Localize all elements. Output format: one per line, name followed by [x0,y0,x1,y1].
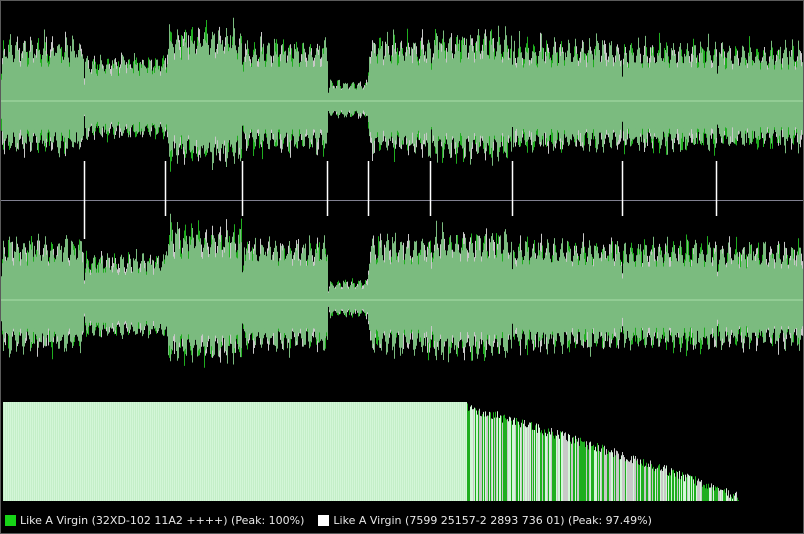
spectrum-view [3,402,739,501]
waveform-compare-view: Like A Virgin (32XD-102 11A2 ++++) (Peak… [0,0,804,534]
legend-swatch-white [318,514,330,526]
legend-entry-reference: Like A Virgin (32XD-102 11A2 ++++) (Peak… [5,514,304,527]
channel-2-waveform [1,213,803,368]
legend-entry-compare: Like A Virgin (7599 25157-2 2893 736 01)… [318,513,652,527]
legend-label-compare: Like A Virgin (7599 25157-2 2893 736 01)… [333,513,652,527]
legend-label-reference: Like A Virgin (32XD-102 11A2 ++++) (Peak… [20,513,305,527]
channel-1-waveform [1,17,803,172]
legend: Like A Virgin (32XD-102 11A2 ++++) (Peak… [5,510,666,530]
legend-swatch-green [5,514,16,526]
waveform-canvas [1,17,803,501]
